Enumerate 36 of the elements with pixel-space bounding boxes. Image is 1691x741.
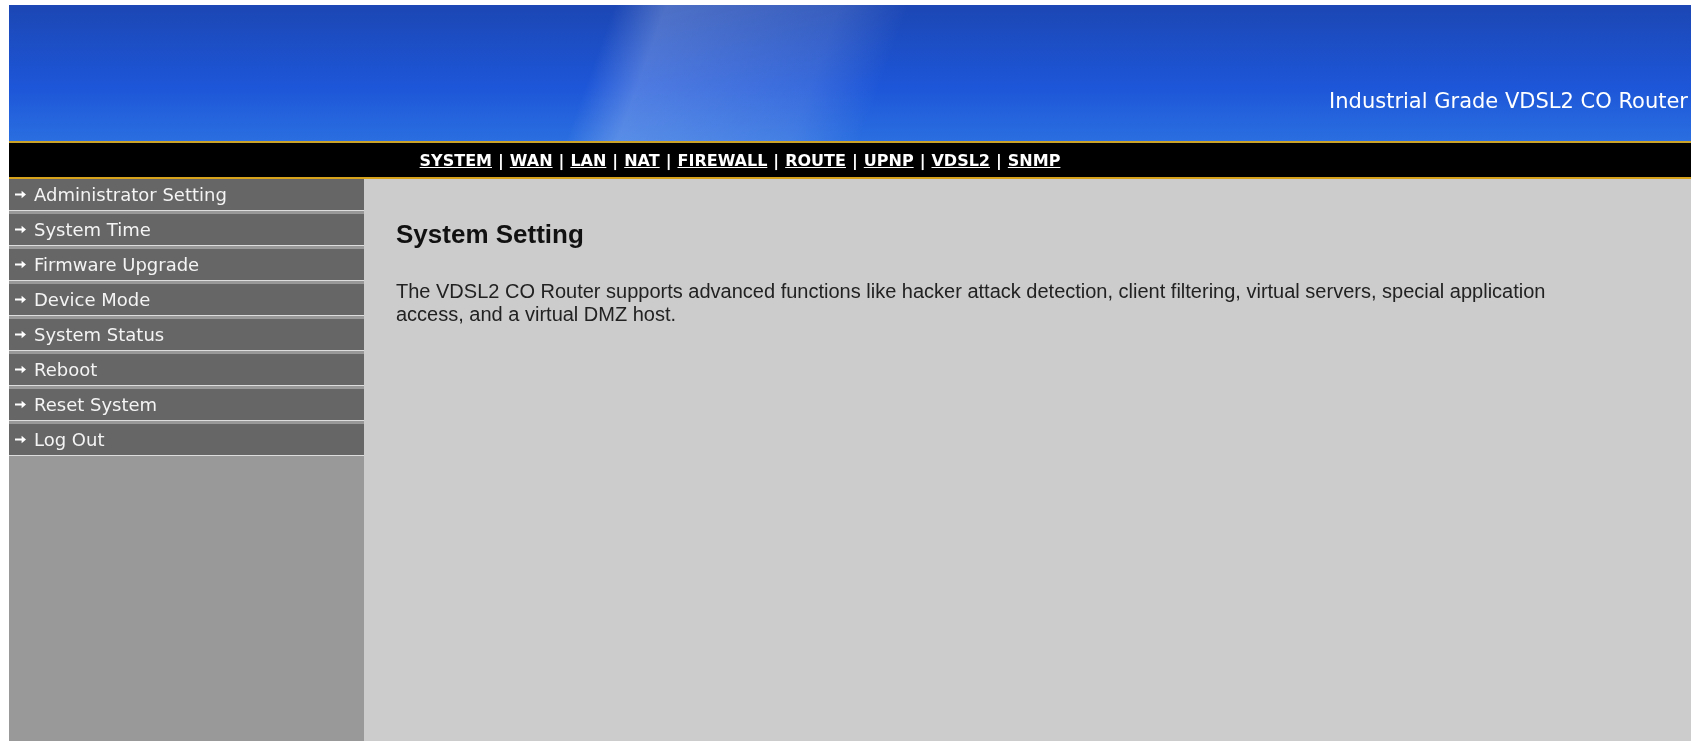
arrow-icon bbox=[15, 225, 26, 234]
page-heading: System Setting bbox=[396, 219, 585, 250]
nav-link[interactable]: FIREWALL bbox=[677, 150, 768, 170]
nav-link[interactable]: UPNP bbox=[863, 150, 914, 170]
nav-separator: | bbox=[919, 150, 926, 170]
arrow-icon bbox=[15, 400, 26, 409]
arrow-icon bbox=[15, 295, 26, 304]
sidebar-item[interactable]: System Status bbox=[9, 319, 364, 351]
sidebar-item[interactable]: Log Out bbox=[9, 424, 364, 456]
nav-separator: | bbox=[612, 150, 619, 170]
sidebar-item[interactable]: System Time bbox=[9, 214, 364, 246]
nav-link[interactable]: LAN bbox=[570, 150, 607, 170]
arrow-icon bbox=[15, 330, 26, 339]
arrow-icon bbox=[15, 365, 26, 374]
nav-link[interactable]: ROUTE bbox=[785, 150, 846, 170]
sidebar-item[interactable]: Device Mode bbox=[9, 284, 364, 316]
nav-link[interactable]: NAT bbox=[624, 150, 660, 170]
nav-separator: | bbox=[851, 150, 858, 170]
nav-link[interactable]: WAN bbox=[509, 150, 553, 170]
sidebar-item[interactable]: Firmware Upgrade bbox=[9, 249, 364, 281]
nav-link[interactable]: VDSL2 bbox=[931, 150, 990, 170]
arrow-icon bbox=[15, 435, 26, 444]
arrow-icon bbox=[15, 260, 26, 269]
nav-link[interactable]: SYSTEM bbox=[419, 150, 492, 170]
nav-link[interactable]: SNMP bbox=[1007, 150, 1061, 170]
nav-separator: | bbox=[558, 150, 565, 170]
arrow-icon bbox=[15, 190, 26, 199]
product-title: Industrial Grade VDSL2 CO Router bbox=[1329, 89, 1688, 113]
nav-separator: | bbox=[773, 150, 780, 170]
nav-separator: | bbox=[498, 150, 504, 170]
sidebar-item[interactable]: Reset System bbox=[9, 389, 364, 421]
sidebar-item[interactable]: Administrator Setting bbox=[9, 179, 364, 211]
sidebar-item[interactable]: Reboot bbox=[9, 354, 364, 386]
description-text: The VDSL2 CO Router supports advanced functions like hacker attack detection, client filtering, virtual servers, special application access, and a virtual DMZ host. bbox=[396, 280, 1546, 326]
nav-separator: | bbox=[996, 150, 1002, 170]
nav-separator: | bbox=[665, 150, 672, 170]
